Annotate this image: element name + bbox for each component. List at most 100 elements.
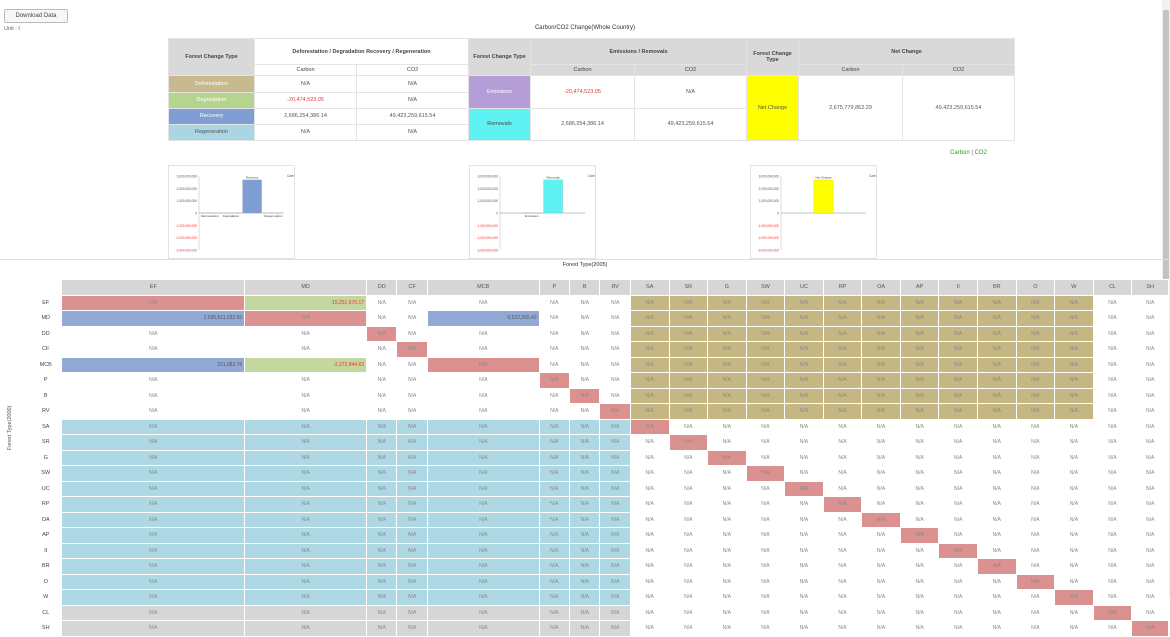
matrix-cell: N/A [1093, 373, 1132, 389]
matrix-cell: N/A [978, 574, 1017, 590]
matrix-cell: N/A [746, 466, 785, 482]
download-data-button[interactable]: Download Data [4, 9, 68, 23]
matrix-cell: N/A [1093, 435, 1132, 451]
matrix-cell: N/A [570, 404, 600, 420]
matrix-cell: N/A [600, 404, 630, 420]
unit-legend[interactable]: Carbon | CO2 [950, 150, 987, 156]
matrix-cell: N/A [630, 605, 669, 621]
legend-co2-link[interactable]: CO2 [975, 150, 987, 156]
matrix-cell: N/A [823, 574, 862, 590]
matrix-cell: N/A [708, 435, 747, 451]
matrix-cell: N/A [746, 311, 785, 327]
matrix-cell: N/A [245, 497, 367, 513]
matrix-cell: N/A [570, 450, 600, 466]
matrix-cell: N/A [539, 497, 569, 513]
matrix-cell: N/A [978, 373, 1017, 389]
matrix-col-header: BR [978, 280, 1017, 296]
matrix-cell: N/A [1132, 543, 1169, 559]
matrix-cell: N/A [708, 559, 747, 575]
net-change-label: Net Change [747, 76, 799, 141]
matrix-cell: N/A [62, 543, 245, 559]
matrix-cell: N/A [708, 419, 747, 435]
matrix-cell: N/A [1132, 466, 1169, 482]
matrix-cell: N/A [539, 388, 569, 404]
matrix-cell: N/A [600, 512, 630, 528]
legend-carbon-link[interactable]: Carbon [950, 150, 970, 156]
matrix-cell: N/A [539, 419, 569, 435]
matrix-cell: N/A [823, 512, 862, 528]
matrix-cell: 6,522,265.40 [427, 311, 539, 327]
matrix-cell: N/A [785, 450, 824, 466]
matrix-cell: N/A [630, 388, 669, 404]
chart-bar-label: Removals [546, 175, 560, 179]
matrix-cell: N/A [367, 342, 397, 358]
matrix-cell: N/A [1016, 497, 1055, 513]
matrix-cell: N/A [862, 559, 901, 575]
matrix-cell: N/A [1055, 388, 1094, 404]
matrix-cell: N/A [630, 466, 669, 482]
matrix-cell: N/A [939, 605, 978, 621]
matrix-cell: N/A [367, 605, 397, 621]
matrix-cell: N/A [1093, 574, 1132, 590]
matrix-cell: N/A [785, 388, 824, 404]
matrix-cell: N/A [900, 404, 939, 420]
matrix-cell: N/A [245, 450, 367, 466]
matrix-cell: N/A [570, 543, 600, 559]
matrix-cell: N/A [630, 342, 669, 358]
matrix-cell: N/A [823, 373, 862, 389]
matrix-cell: N/A [669, 559, 708, 575]
matrix-cell: N/A [708, 497, 747, 513]
matrix-cell: N/A [978, 357, 1017, 373]
matrix-row: SWN/AN/AN/AN/AN/AN/AN/AN/AN/AN/AN/AN/AN/… [30, 466, 1169, 482]
matrix-col-header: B [570, 280, 600, 296]
matrix-cell: N/A [570, 574, 600, 590]
matrix-cell: N/A [1132, 512, 1169, 528]
matrix-cell: N/A [900, 481, 939, 497]
matrix-cell: N/A [785, 326, 824, 342]
matrix-cell: N/A [630, 574, 669, 590]
matrix-cell: N/A [1093, 497, 1132, 513]
matrix-col-header: O [1016, 280, 1055, 296]
matrix-cell: N/A [862, 388, 901, 404]
matrix-cell: N/A [600, 435, 630, 451]
matrix-cell: N/A [1132, 388, 1169, 404]
matrix-cell: N/A [397, 373, 427, 389]
matrix-cell: N/A [1016, 512, 1055, 528]
matrix-row: SRN/AN/AN/AN/AN/AN/AN/AN/AN/AN/AN/AN/AN/… [30, 435, 1169, 451]
matrix-col-header: W [1055, 280, 1094, 296]
chart-bar-label: Recovery [246, 175, 259, 179]
matrix-cell: N/A [630, 512, 669, 528]
matrix-cell: N/A [1132, 559, 1169, 575]
matrix-cell: N/A [397, 326, 427, 342]
degradation-carbon: -20,474,523.05 [255, 92, 357, 108]
matrix-cell: N/A [570, 559, 600, 575]
matrix-cell: N/A [427, 605, 539, 621]
deforestation-carbon: N/A [255, 76, 357, 92]
matrix-cell: N/A [1093, 295, 1132, 311]
matrix-cell: N/A [785, 543, 824, 559]
matrix-row: SHN/AN/AN/AN/AN/AN/AN/AN/AN/AN/AN/AN/AN/… [30, 621, 1169, 637]
matrix-row-header: DD [30, 326, 62, 342]
matrix-cell: N/A [1132, 326, 1169, 342]
matrix-cell: N/A [862, 605, 901, 621]
matrix-cell: N/A [900, 528, 939, 544]
matrix-row: GN/AN/AN/AN/AN/AN/AN/AN/AN/AN/AN/AN/AN/A… [30, 450, 1169, 466]
matrix-cell: N/A [669, 481, 708, 497]
matrix-cell: N/A [746, 590, 785, 606]
matrix-cell: N/A [785, 373, 824, 389]
matrix-cell: N/A [367, 528, 397, 544]
matrix-cell: N/A [746, 419, 785, 435]
matrix-row: BN/AN/AN/AN/AN/AN/AN/AN/AN/AN/AN/AN/AN/A… [30, 388, 1169, 404]
matrix-cell: N/A [367, 497, 397, 513]
matrix-row: ON/AN/AN/AN/AN/AN/AN/AN/AN/AN/AN/AN/AN/A… [30, 574, 1169, 590]
matrix-cell: N/A [427, 450, 539, 466]
matrix-cell: N/A [427, 543, 539, 559]
matrix-col-header: SW [746, 280, 785, 296]
matrix-cell: N/A [245, 590, 367, 606]
matrix-cell: N/A [630, 326, 669, 342]
matrix-cell: N/A [245, 326, 367, 342]
matrix-cell: N/A [1132, 605, 1169, 621]
matrix-cell: N/A [630, 559, 669, 575]
matrix-cell: N/A [367, 543, 397, 559]
matrix-cell: N/A [708, 357, 747, 373]
